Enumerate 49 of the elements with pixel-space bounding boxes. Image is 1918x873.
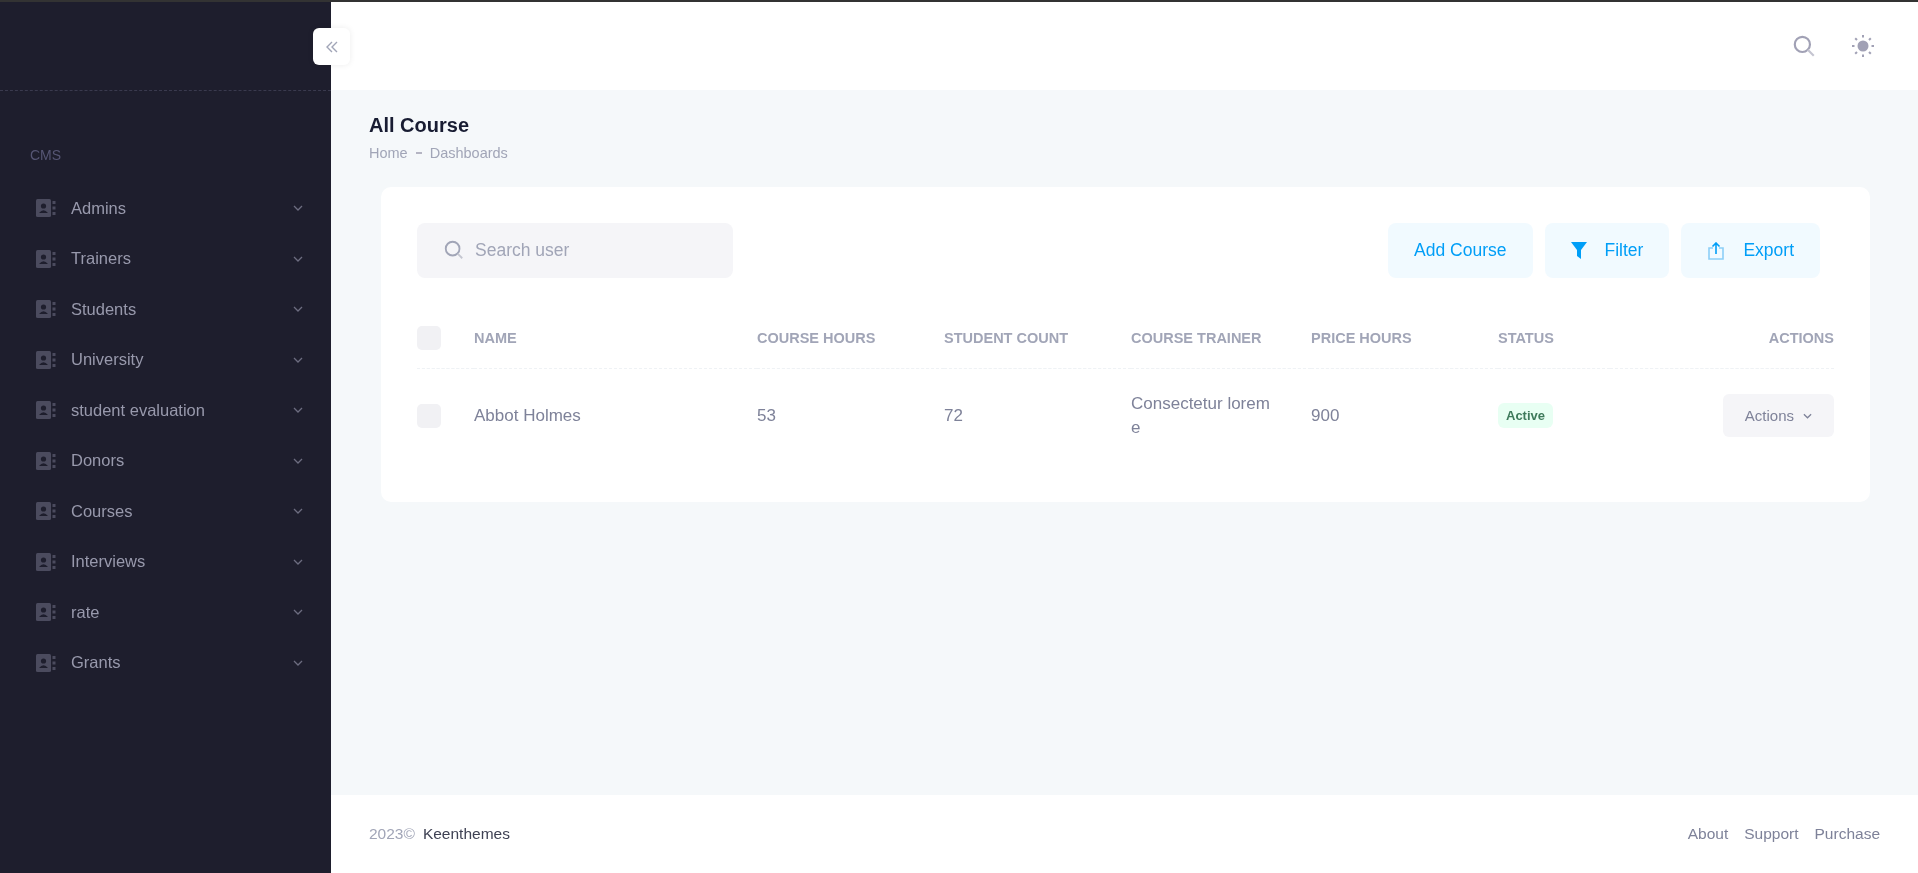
search-field[interactable]: Search user — [417, 223, 733, 278]
contact-card-icon — [36, 199, 56, 218]
search-icon[interactable] — [1791, 33, 1817, 59]
sidebar-item[interactable]: Trainers — [0, 233, 331, 284]
column-header: NAME — [474, 330, 517, 346]
sidebar-item[interactable]: student evaluation — [0, 385, 331, 436]
double-chevron-icon — [324, 40, 339, 53]
sun-icon[interactable] — [1851, 34, 1875, 58]
brand-link[interactable]: Keenthemes — [422, 825, 510, 843]
status-badge: Active — [1498, 403, 1554, 428]
contact-card-icon — [36, 401, 56, 420]
column-header: COURSE TRAINER — [1131, 330, 1262, 346]
column-header: STUDENT COUNT — [944, 330, 1069, 346]
sidebar-item[interactable]: Interviews — [0, 536, 331, 587]
sidebar-item[interactable]: Grants — [0, 637, 331, 688]
sidebar-item[interactable]: Courses — [0, 486, 331, 537]
sidebar-item[interactable]: Donors — [0, 435, 331, 486]
contact-card-icon — [36, 653, 56, 672]
table-cell: 900 — [1311, 405, 1340, 425]
column-header: ACTIONS — [1768, 330, 1834, 346]
contact-card-icon — [36, 451, 56, 470]
contact-card-icon — [36, 603, 56, 622]
sidebar-item[interactable]: Students — [0, 284, 331, 335]
upload-icon — [1707, 241, 1726, 260]
contact-card-icon — [36, 552, 56, 571]
sidebar-item[interactable]: Admins — [0, 183, 331, 234]
sidebar-item[interactable]: University — [0, 334, 331, 385]
section-label: CMS — [29, 146, 63, 165]
footer-link[interactable]: Support — [1744, 825, 1799, 843]
table-cell: Abbot Holmes — [474, 405, 581, 425]
column-header: STATUS — [1498, 330, 1554, 346]
table-cell: Consectetur lorem e — [1131, 393, 1270, 437]
copyright-year: 2023© — [369, 825, 415, 843]
footer-link[interactable]: About — [1687, 825, 1729, 843]
funnel-icon — [1570, 241, 1587, 260]
page-title: All Course — [369, 114, 471, 137]
actions-dropdown[interactable]: Actions — [1722, 394, 1834, 437]
contact-card-icon — [36, 249, 56, 268]
column-header: PRICE HOURS — [1311, 330, 1412, 346]
contact-card-icon — [36, 300, 56, 319]
table-cell: 53 — [757, 405, 776, 425]
caret-icon — [1803, 412, 1812, 419]
contact-card-icon — [36, 502, 56, 521]
sidebar-item[interactable]: rate — [0, 587, 331, 638]
collapse-sidebar-button[interactable] — [313, 28, 350, 65]
footer-link[interactable]: Purchase — [1814, 825, 1880, 843]
table-cell: 72 — [944, 405, 963, 425]
contact-card-icon — [36, 350, 56, 369]
column-header: COURSE HOURS — [757, 330, 876, 346]
